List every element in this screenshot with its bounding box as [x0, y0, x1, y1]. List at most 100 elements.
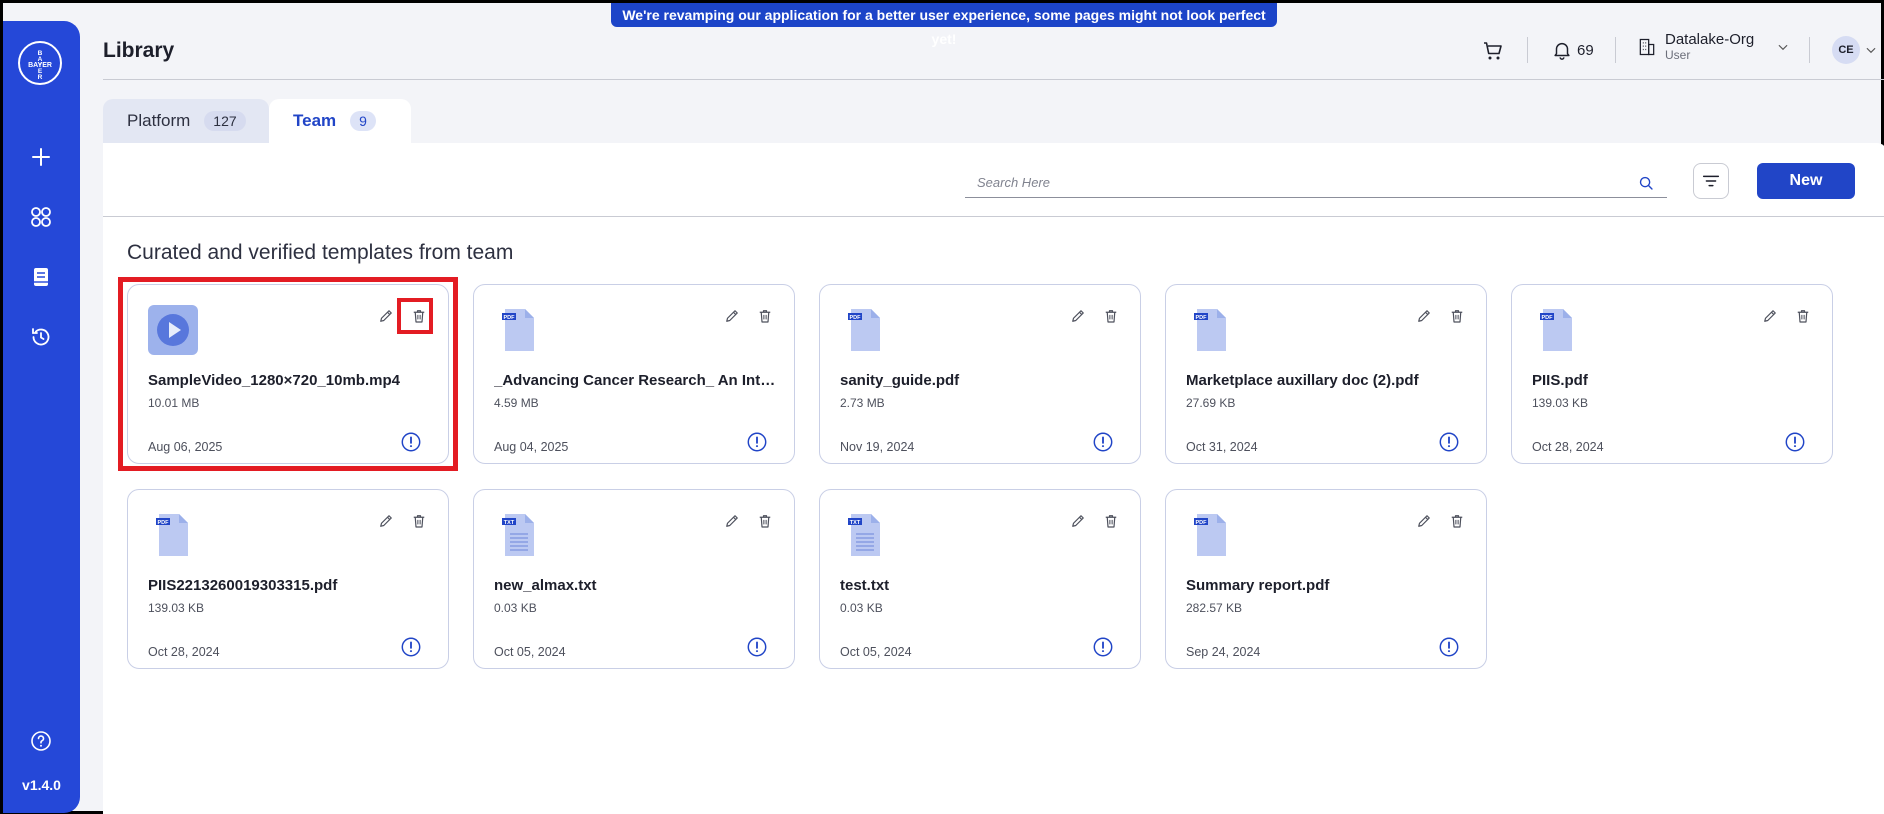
- file-card[interactable]: PDF _Advancing Cancer Research_ An Inter.…: [473, 284, 795, 464]
- filter-icon: [1702, 175, 1720, 187]
- file-size: 282.57 KB: [1186, 601, 1243, 615]
- txt-file-icon: TXT: [502, 514, 534, 556]
- info-icon[interactable]: [400, 636, 422, 658]
- file-card[interactable]: PDF Marketplace auxillary doc (2).pdf 27.6…: [1165, 284, 1487, 464]
- avatar: CE: [1832, 36, 1860, 64]
- filter-button[interactable]: [1693, 163, 1729, 199]
- file-name: PIIS.pdf: [1532, 372, 1588, 389]
- tab-platform[interactable]: Platform 127: [103, 99, 269, 143]
- info-icon[interactable]: [400, 431, 422, 453]
- delete-button[interactable]: [753, 509, 777, 533]
- file-type-tag: PDF: [1542, 315, 1554, 321]
- pdf-file-icon: PDF: [1194, 514, 1226, 556]
- notifications-button[interactable]: 69: [1551, 39, 1594, 61]
- new-button[interactable]: New: [1757, 163, 1855, 199]
- file-date: Nov 19, 2024: [840, 440, 915, 454]
- apps-button[interactable]: [22, 198, 60, 236]
- delete-button[interactable]: [753, 304, 777, 328]
- edit-button[interactable]: [1412, 304, 1436, 328]
- bayer-logo[interactable]: B A Y E R BAYER: [18, 41, 62, 85]
- edit-button[interactable]: [1066, 304, 1090, 328]
- file-date: Aug 04, 2025: [494, 440, 569, 454]
- file-type-tag: PDF: [1196, 520, 1208, 526]
- delete-button[interactable]: [1099, 509, 1123, 533]
- file-name: new_almax.txt: [494, 577, 597, 594]
- file-name: SampleVideo_1280×720_10mb.mp4: [148, 372, 400, 389]
- delete-button[interactable]: [1445, 509, 1469, 533]
- file-card[interactable]: PDF Summary report.pdf 282.57 KB Sep 24, 20…: [1165, 489, 1487, 669]
- trash-icon: [413, 515, 425, 528]
- help-button[interactable]: [22, 722, 60, 760]
- pencil-icon: [1418, 310, 1430, 322]
- info-icon[interactable]: [1784, 431, 1806, 453]
- app-version: v1.4.0: [22, 777, 61, 793]
- search-bar: [965, 168, 1667, 198]
- section-heading: Curated and verified templates from team: [127, 241, 514, 264]
- file-card[interactable]: TXT new_almax.txt 0.03 KB Oct 05, 2024: [473, 489, 795, 669]
- file-type-tag: PDF: [158, 520, 170, 526]
- header-divider-line: [103, 79, 1884, 80]
- plus-icon: [32, 148, 50, 166]
- edit-button[interactable]: [374, 509, 398, 533]
- delete-button[interactable]: [407, 304, 431, 328]
- create-button[interactable]: [22, 138, 60, 176]
- file-size: 139.03 KB: [1532, 396, 1589, 410]
- info-icon[interactable]: [1092, 636, 1114, 658]
- cart-button[interactable]: [1481, 39, 1505, 63]
- org-role: User: [1665, 48, 1691, 62]
- history-button[interactable]: [22, 318, 60, 356]
- info-icon[interactable]: [1438, 431, 1460, 453]
- info-icon[interactable]: [746, 636, 768, 658]
- pencil-icon: [726, 310, 738, 322]
- user-menu[interactable]: CE: [1832, 36, 1878, 64]
- file-name: sanity_guide.pdf: [840, 372, 960, 389]
- pencil-icon: [1764, 310, 1776, 322]
- edit-button[interactable]: [720, 509, 744, 533]
- trash-icon: [1451, 310, 1463, 323]
- delete-button[interactable]: [1099, 304, 1123, 328]
- pencil-icon: [1072, 310, 1084, 322]
- search-icon[interactable]: [1635, 172, 1657, 194]
- delete-button[interactable]: [1791, 304, 1815, 328]
- org-name: Datalake-Org: [1665, 31, 1755, 48]
- info-icon[interactable]: [746, 431, 768, 453]
- logo-text: BAYER: [28, 62, 52, 69]
- file-card[interactable]: PDF PIIS2213260019303315.pdf 139.03 KB Oct …: [127, 489, 449, 669]
- tab-label: Platform: [127, 111, 191, 130]
- notifications-count: 69: [1577, 41, 1594, 59]
- file-card[interactable]: PDF PIIS.pdf 139.03 KB Oct 28, 2024: [1511, 284, 1833, 464]
- file-name: Summary report.pdf: [1186, 577, 1330, 594]
- edit-button[interactable]: [1412, 509, 1436, 533]
- file-size: 27.69 KB: [1186, 396, 1236, 410]
- trash-icon: [1105, 310, 1117, 323]
- edit-button[interactable]: [1758, 304, 1782, 328]
- info-icon[interactable]: [1438, 636, 1460, 658]
- library-button[interactable]: [22, 258, 60, 296]
- file-size: 0.03 KB: [840, 601, 883, 615]
- file-card[interactable]: PDF sanity_guide.pdf 2.73 MB Nov 19, 2024: [819, 284, 1141, 464]
- pdf-file-icon: PDF: [1194, 309, 1226, 351]
- header-divider: [1527, 37, 1528, 63]
- pencil-icon: [1418, 515, 1430, 527]
- info-icon[interactable]: [1092, 431, 1114, 453]
- search-input[interactable]: [965, 175, 1635, 190]
- file-date: Oct 05, 2024: [840, 645, 912, 659]
- edit-button[interactable]: [720, 304, 744, 328]
- edit-button[interactable]: [1066, 509, 1090, 533]
- delete-button[interactable]: [407, 509, 431, 533]
- trash-icon: [759, 515, 771, 528]
- video-file-icon: [148, 305, 198, 355]
- delete-button[interactable]: [1445, 304, 1469, 328]
- org-switcher[interactable]: Datalake-Org User: [1637, 31, 1790, 62]
- file-card[interactable]: SampleVideo_1280×720_10mb.mp4 10.01 MB Aug…: [127, 284, 449, 464]
- pencil-icon: [1072, 515, 1084, 527]
- pdf-file-icon: PDF: [848, 309, 880, 351]
- trash-icon: [1797, 310, 1809, 323]
- edit-button[interactable]: [374, 304, 398, 328]
- trash-icon: [413, 310, 425, 323]
- tab-team[interactable]: Team 9: [269, 99, 411, 143]
- file-card[interactable]: TXT test.txt 0.03 KB Oct 05, 2024: [819, 489, 1141, 669]
- help-icon: [31, 731, 51, 751]
- file-size: 2.73 MB: [840, 396, 885, 410]
- trash-icon: [1451, 515, 1463, 528]
